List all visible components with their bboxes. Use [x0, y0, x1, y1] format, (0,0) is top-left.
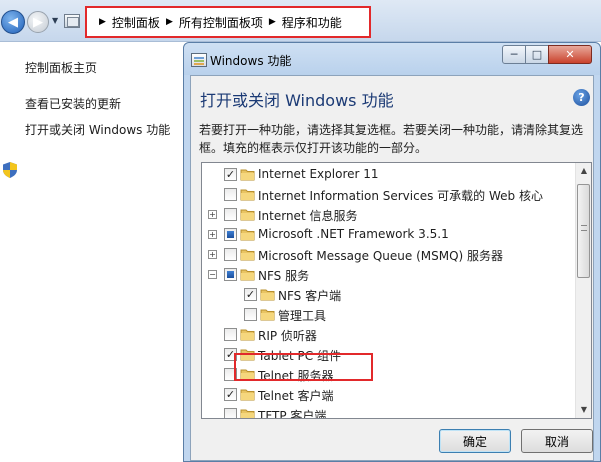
feature-row[interactable]: + Microsoft Message Queue (MSMQ) 服务器	[202, 244, 576, 264]
feature-label: Telnet 客户端	[258, 389, 334, 403]
dialog-client-area: 打开或关闭 Windows 功能 ? 若要打开一种功能，请选择其复选框。若要关闭…	[190, 75, 594, 461]
feature-label: Microsoft Message Queue (MSMQ) 服务器	[258, 249, 504, 263]
folder-icon	[240, 187, 255, 201]
feature-checkbox[interactable]	[224, 188, 237, 201]
help-icon[interactable]: ?	[573, 89, 590, 106]
recent-pages-dropdown-icon[interactable]: ▼	[52, 16, 58, 25]
control-panel-icon	[64, 14, 80, 28]
scroll-thumb[interactable]	[577, 184, 590, 278]
feature-checkbox[interactable]	[224, 408, 237, 418]
feature-checkbox[interactable]	[244, 308, 257, 321]
scroll-up-arrow-icon[interactable]: ▲	[576, 163, 591, 179]
feature-row[interactable]: RIP 侦听器	[202, 324, 576, 344]
feature-checkbox[interactable]: ✓	[244, 288, 257, 301]
feature-checkbox[interactable]: ✓	[224, 168, 237, 181]
close-button[interactable]: ✕	[548, 45, 592, 64]
feature-label: 管理工具	[278, 309, 327, 323]
feature-checkbox[interactable]	[224, 328, 237, 341]
feature-label: NFS 服务	[258, 269, 310, 283]
arrow-right-icon: ▶	[33, 14, 43, 30]
windows-features-dialog: Windows 功能 ─ □ ✕ 打开或关闭 Windows 功能 ? 若要打开…	[183, 42, 601, 462]
ok-button[interactable]: 确定	[439, 429, 511, 453]
dialog-heading: 打开或关闭 Windows 功能	[200, 91, 394, 110]
feature-row[interactable]: ✓ Telnet 客户端	[202, 384, 576, 404]
feature-label: TFTP 客户端	[258, 409, 327, 419]
folder-icon	[240, 407, 255, 418]
expand-icon[interactable]: +	[208, 250, 217, 259]
minimize-icon: ─	[510, 48, 518, 61]
windows-features-app-icon	[191, 53, 207, 67]
collapse-icon[interactable]: −	[208, 270, 217, 279]
folder-icon	[240, 327, 255, 341]
features-tree[interactable]: ✓ Internet Explorer 11 Internet Informatio…	[201, 162, 592, 419]
feature-row[interactable]: ✓ Internet Explorer 11	[202, 164, 576, 184]
grip-icon	[581, 225, 587, 231]
dialog-description: 若要打开一种功能，请选择其复选框。若要关闭一种功能，请清除其复选框。填充的框表示…	[199, 123, 584, 155]
maximize-button[interactable]: □	[525, 45, 549, 64]
feature-checkbox[interactable]	[224, 248, 237, 261]
address-bar-area: ◀ ▶ ▼ ▶ 控制面板 ▶ 所有控制面板项 ▶ 程序和功能	[0, 0, 601, 42]
back-button[interactable]: ◀	[1, 10, 25, 34]
feature-checkbox[interactable]	[224, 208, 237, 221]
highlight-box	[234, 353, 373, 381]
feature-row[interactable]: ✓ NFS 客户端	[202, 284, 576, 304]
feature-label: Internet Explorer 11	[258, 167, 379, 181]
breadcrumb[interactable]: ▶ 控制面板 ▶ 所有控制面板项 ▶ 程序和功能	[85, 6, 371, 38]
arrow-left-icon: ◀	[8, 14, 18, 30]
feature-checkbox[interactable]: ✓	[224, 388, 237, 401]
feature-row[interactable]: Internet Information Services 可承载的 Web 核…	[202, 184, 576, 204]
minimize-button[interactable]: ─	[502, 45, 526, 64]
feature-row[interactable]: 管理工具	[202, 304, 576, 324]
tree-scrollbar[interactable]: ▲ ▼	[575, 163, 591, 418]
folder-icon	[240, 387, 255, 401]
close-icon: ✕	[565, 48, 575, 61]
feature-row[interactable]: − NFS 服务	[202, 264, 576, 284]
breadcrumb-separator-icon[interactable]: ▶	[99, 17, 106, 27]
breadcrumb-item-control-panel[interactable]: 控制面板	[112, 14, 160, 31]
expand-icon[interactable]: +	[208, 230, 217, 239]
feature-label: Microsoft .NET Framework 3.5.1	[258, 227, 449, 241]
breadcrumb-separator-icon[interactable]: ▶	[269, 17, 276, 27]
folder-icon	[240, 227, 255, 241]
breadcrumb-item-programs[interactable]: 程序和功能	[282, 14, 342, 31]
feature-label: RIP 侦听器	[258, 329, 317, 343]
expand-icon[interactable]: +	[208, 210, 217, 219]
feature-row[interactable]: TFTP 客户端	[202, 404, 576, 419]
folder-icon	[240, 247, 255, 261]
forward-button[interactable]: ▶	[27, 11, 49, 33]
view-installed-updates-link[interactable]: 查看已安装的更新	[25, 95, 121, 112]
folder-icon	[240, 207, 255, 221]
feature-checkbox[interactable]	[224, 268, 237, 281]
feature-label: NFS 客户端	[278, 289, 342, 303]
breadcrumb-separator-icon[interactable]: ▶	[166, 17, 173, 27]
folder-icon	[260, 307, 275, 321]
dialog-titlebar[interactable]: Windows 功能 ─ □ ✕	[184, 43, 600, 75]
task-pane: 控制面板主页 查看已安装的更新 打开或关闭 Windows 功能	[0, 42, 183, 462]
folder-icon	[240, 267, 255, 281]
breadcrumb-item-all-items[interactable]: 所有控制面板项	[179, 14, 263, 31]
folder-icon	[240, 167, 255, 181]
maximize-icon: □	[531, 48, 543, 61]
dialog-title: Windows 功能	[210, 54, 292, 68]
uac-shield-icon	[3, 162, 17, 178]
feature-checkbox[interactable]	[224, 228, 237, 241]
feature-label: Internet 信息服务	[258, 209, 358, 223]
control-panel-home-link[interactable]: 控制面板主页	[25, 59, 97, 76]
feature-row[interactable]: + Microsoft .NET Framework 3.5.1	[202, 224, 576, 244]
feature-label: Internet Information Services 可承载的 Web 核…	[258, 189, 543, 203]
folder-icon	[260, 287, 275, 301]
scroll-down-arrow-icon[interactable]: ▼	[576, 402, 591, 418]
feature-row[interactable]: + Internet 信息服务	[202, 204, 576, 224]
cancel-button[interactable]: 取消	[521, 429, 593, 453]
turn-windows-features-link[interactable]: 打开或关闭 Windows 功能	[25, 121, 170, 138]
